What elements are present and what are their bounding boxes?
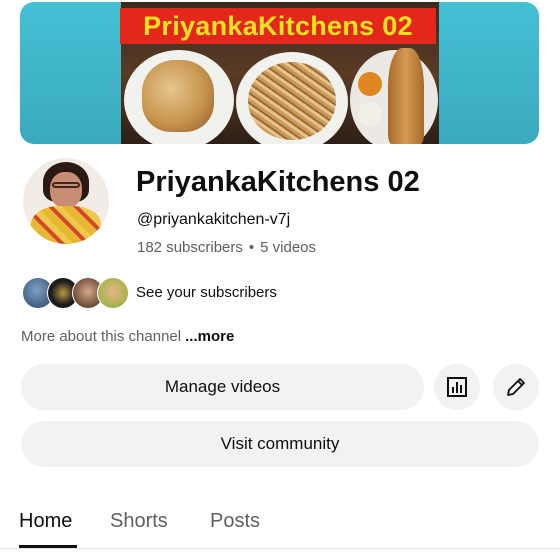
pencil-icon — [507, 378, 525, 396]
video-count: 5 videos — [260, 239, 317, 256]
analytics-icon — [447, 377, 467, 397]
more-link[interactable]: ...more — [185, 328, 234, 345]
channel-tabs: Home Shorts Posts — [0, 496, 560, 549]
tab-posts[interactable]: Posts — [210, 510, 260, 533]
channel-banner: PriyankaKitchens 02 — [20, 2, 539, 144]
channel-name: PriyankaKitchens 02 — [136, 166, 420, 198]
stats-separator: • — [248, 239, 255, 256]
subscriber-avatar — [97, 277, 129, 309]
banner-title: PriyankaKitchens 02 — [120, 8, 436, 44]
channel-handle: @priyankakitchen-v7j — [137, 211, 291, 228]
tab-home[interactable]: Home — [19, 510, 72, 533]
subscriber-count: 182 subscribers — [137, 239, 243, 256]
edit-channel-button[interactable] — [493, 364, 539, 410]
see-subscribers-link[interactable]: See your subscribers — [136, 284, 277, 301]
channel-stats: 182 subscribers • 5 videos — [137, 239, 316, 256]
tab-shorts[interactable]: Shorts — [110, 510, 168, 533]
active-tab-indicator — [19, 545, 77, 548]
channel-avatar[interactable] — [23, 158, 109, 244]
visit-community-button[interactable]: Visit community — [21, 421, 539, 467]
about-text: More about this channel — [21, 328, 182, 345]
manage-videos-button[interactable]: Manage videos — [21, 364, 424, 410]
subscriber-avatars[interactable] — [22, 277, 129, 309]
analytics-button[interactable] — [434, 364, 480, 410]
channel-about[interactable]: More about this channel ...more — [21, 328, 234, 345]
